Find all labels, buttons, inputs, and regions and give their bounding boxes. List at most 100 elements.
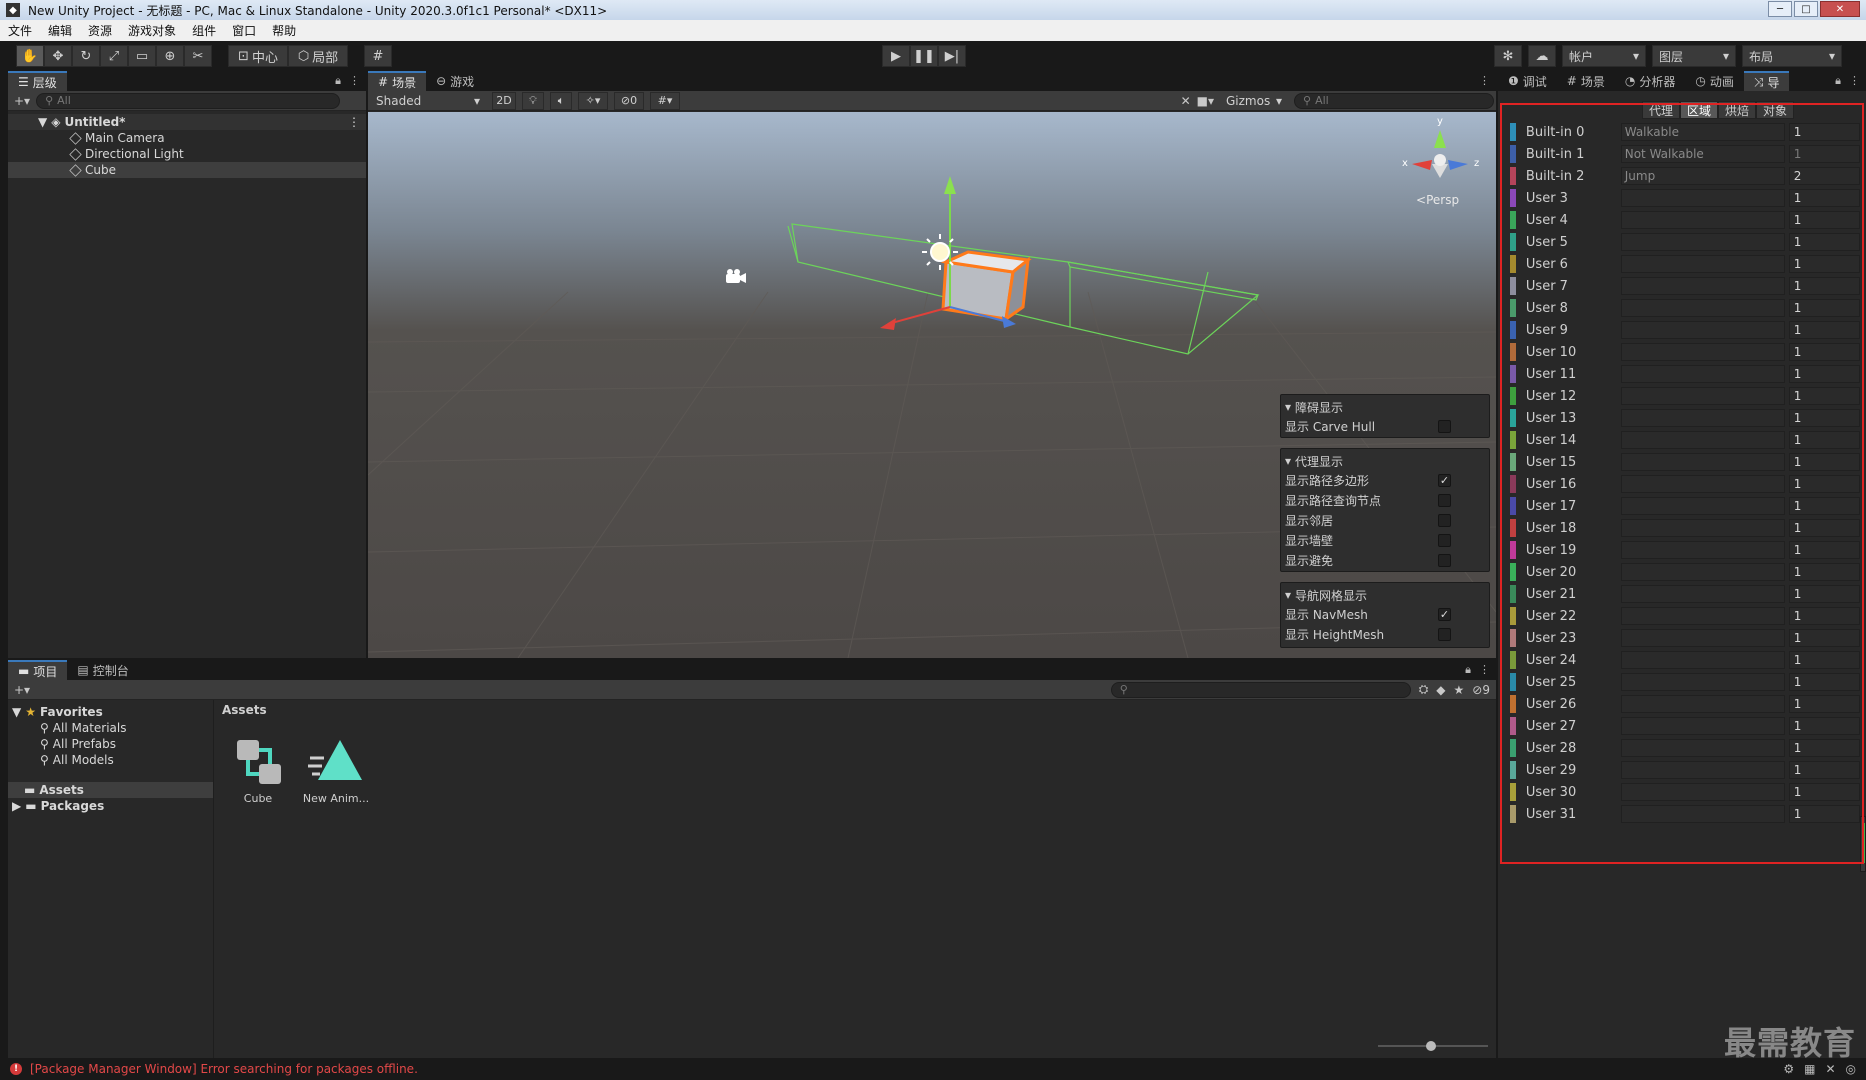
favorite-all-prefabs[interactable]: ⚲ All Prefabs xyxy=(8,736,213,752)
step-button[interactable]: ▶| xyxy=(938,45,966,67)
close-button[interactable]: ✕ xyxy=(1820,1,1860,17)
area-color-swatch[interactable] xyxy=(1510,607,1516,625)
more-options-icon[interactable]: ⋮ xyxy=(349,74,360,88)
hierarchy-item-directional-light[interactable]: Directional Light xyxy=(8,146,366,162)
lighting-icon[interactable]: 💡︎ xyxy=(522,91,544,110)
pivot-toggle-button[interactable]: ⊡ 中心 xyxy=(228,45,288,67)
area-color-swatch[interactable] xyxy=(1510,695,1516,713)
area-cost-field[interactable]: 1 xyxy=(1788,123,1860,141)
path-polygons-checkbox[interactable]: ✓ xyxy=(1438,473,1451,487)
hand-tool-icon[interactable]: ✋ xyxy=(16,45,44,67)
area-cost-field[interactable]: 1 xyxy=(1788,431,1860,449)
scene-root[interactable]: ▼ ◈ Untitled* ⋮ xyxy=(8,114,366,130)
collapse-arrow-icon[interactable]: ▾ xyxy=(1285,588,1291,602)
folder-assets[interactable]: ▬ Assets xyxy=(8,782,213,798)
area-name-field[interactable]: Not Walkable xyxy=(1620,145,1785,163)
overlay-row-path-polygons[interactable]: 显示路径多边形 ✓ xyxy=(1285,470,1485,490)
overlay-row-show-navmesh[interactable]: 显示 NavMesh ✓ xyxy=(1285,604,1485,624)
area-color-swatch[interactable] xyxy=(1510,233,1516,251)
menu-file[interactable]: 文件 xyxy=(0,22,40,39)
hierarchy-item-main-camera[interactable]: Main Camera xyxy=(8,130,366,146)
area-color-swatch[interactable] xyxy=(1510,519,1516,537)
area-name-field[interactable] xyxy=(1620,629,1785,647)
area-cost-field[interactable]: 1 xyxy=(1788,607,1860,625)
project-search-input[interactable]: ⚲ xyxy=(1110,681,1411,698)
tab-hierarchy[interactable]: ☰ 层级 xyxy=(8,71,67,91)
menu-help[interactable]: 帮助 xyxy=(264,22,304,39)
status-message[interactable]: [Package Manager Window] Error searching… xyxy=(30,1062,418,1076)
more-options-icon[interactable]: ⋮ xyxy=(1849,74,1860,88)
area-cost-field[interactable]: 1 xyxy=(1788,211,1860,229)
area-name-field[interactable] xyxy=(1620,299,1785,317)
area-name-field[interactable] xyxy=(1620,233,1785,251)
area-name-field[interactable] xyxy=(1620,783,1785,801)
create-asset-button[interactable]: +▾ xyxy=(14,683,30,697)
hierarchy-item-cube[interactable]: Cube xyxy=(8,162,366,178)
scrollbar[interactable] xyxy=(1860,816,1866,872)
slider-handle[interactable] xyxy=(1426,1041,1436,1051)
area-cost-field[interactable]: 1 xyxy=(1788,783,1860,801)
area-color-swatch[interactable] xyxy=(1510,343,1516,361)
area-name-field[interactable] xyxy=(1620,717,1785,735)
add-object-button[interactable]: +▾ xyxy=(14,94,30,108)
collapse-arrow-icon[interactable]: ▾ xyxy=(1285,400,1291,414)
area-color-swatch[interactable] xyxy=(1510,629,1516,647)
area-cost-field[interactable]: 1 xyxy=(1788,739,1860,757)
area-name-field[interactable] xyxy=(1620,343,1785,361)
walls-checkbox[interactable] xyxy=(1438,533,1451,547)
area-cost-field[interactable]: 1 xyxy=(1788,585,1860,603)
camera-icon[interactable]: ■▾ xyxy=(1197,94,1214,108)
area-color-swatch[interactable] xyxy=(1510,563,1516,581)
area-cost-field[interactable]: 1 xyxy=(1788,673,1860,691)
area-name-field[interactable] xyxy=(1620,387,1785,405)
minimize-button[interactable]: ─ xyxy=(1768,1,1792,17)
menu-assets[interactable]: 资源 xyxy=(80,22,120,39)
tab-debug[interactable]: ❶ 调试 xyxy=(1498,71,1557,91)
area-name-field[interactable] xyxy=(1620,563,1785,581)
area-name-field[interactable] xyxy=(1620,585,1785,603)
area-name-field[interactable] xyxy=(1620,519,1785,537)
favorite-all-materials[interactable]: ⚲ All Materials xyxy=(8,720,213,736)
grid-snap-icon[interactable]: # xyxy=(364,45,392,67)
area-name-field[interactable] xyxy=(1620,695,1785,713)
account-dropdown[interactable]: 帐户 ▾ xyxy=(1562,45,1646,67)
layers-dropdown[interactable]: 图层 ▾ xyxy=(1652,45,1736,67)
shading-mode-dropdown[interactable]: Shaded ▾ xyxy=(370,91,486,110)
debug-mode-icon[interactable]: ⚙ xyxy=(1783,1062,1794,1076)
show-heightmesh-checkbox[interactable] xyxy=(1438,627,1451,641)
area-name-field[interactable] xyxy=(1620,739,1785,757)
area-name-field[interactable] xyxy=(1620,189,1785,207)
area-cost-field[interactable]: 1 xyxy=(1788,563,1860,581)
pause-button[interactable]: ❚❚ xyxy=(910,45,938,67)
custom-tool-icon[interactable]: ✂ xyxy=(184,45,212,67)
nav-tab-agents[interactable]: 代理 xyxy=(1642,101,1681,119)
gizmos-dropdown[interactable]: Gizmos ▾ xyxy=(1220,91,1288,110)
overlay-row-walls[interactable]: 显示墙壁 xyxy=(1285,530,1485,550)
menu-component[interactable]: 组件 xyxy=(184,22,224,39)
effects-icon[interactable]: ✧▾ xyxy=(578,91,608,110)
folder-packages[interactable]: ▶ ▬ Packages xyxy=(8,798,213,814)
area-color-swatch[interactable] xyxy=(1510,299,1516,317)
nav-tab-object[interactable]: 对象 xyxy=(1756,101,1795,119)
area-cost-field[interactable]: 1 xyxy=(1788,321,1860,339)
tab-animation[interactable]: ◷ 动画 xyxy=(1685,71,1744,91)
area-color-swatch[interactable] xyxy=(1510,211,1516,229)
area-color-swatch[interactable] xyxy=(1510,497,1516,515)
area-name-field[interactable] xyxy=(1620,365,1785,383)
area-color-swatch[interactable] xyxy=(1510,321,1516,339)
area-color-swatch[interactable] xyxy=(1510,651,1516,669)
area-name-field[interactable] xyxy=(1620,255,1785,273)
favorite-all-models[interactable]: ⚲ All Models xyxy=(8,752,213,768)
area-name-field[interactable] xyxy=(1620,541,1785,559)
2d-toggle-button[interactable]: 2D xyxy=(492,91,516,110)
area-name-field[interactable] xyxy=(1620,453,1785,471)
overlay-row-neighbours[interactable]: 显示邻居 xyxy=(1285,510,1485,530)
space-toggle-button[interactable]: ⬡ 局部 xyxy=(288,45,348,67)
area-cost-field[interactable]: 1 xyxy=(1788,805,1860,823)
area-cost-field[interactable]: 1 xyxy=(1788,695,1860,713)
area-name-field[interactable]: Jump xyxy=(1620,167,1785,185)
carve-hull-checkbox[interactable] xyxy=(1438,419,1451,433)
overlay-row-path-query-nodes[interactable]: 显示路径查询节点 xyxy=(1285,490,1485,510)
nav-tab-areas[interactable]: 区域 xyxy=(1680,101,1719,119)
layout-dropdown[interactable]: 布局 ▾ xyxy=(1742,45,1842,67)
